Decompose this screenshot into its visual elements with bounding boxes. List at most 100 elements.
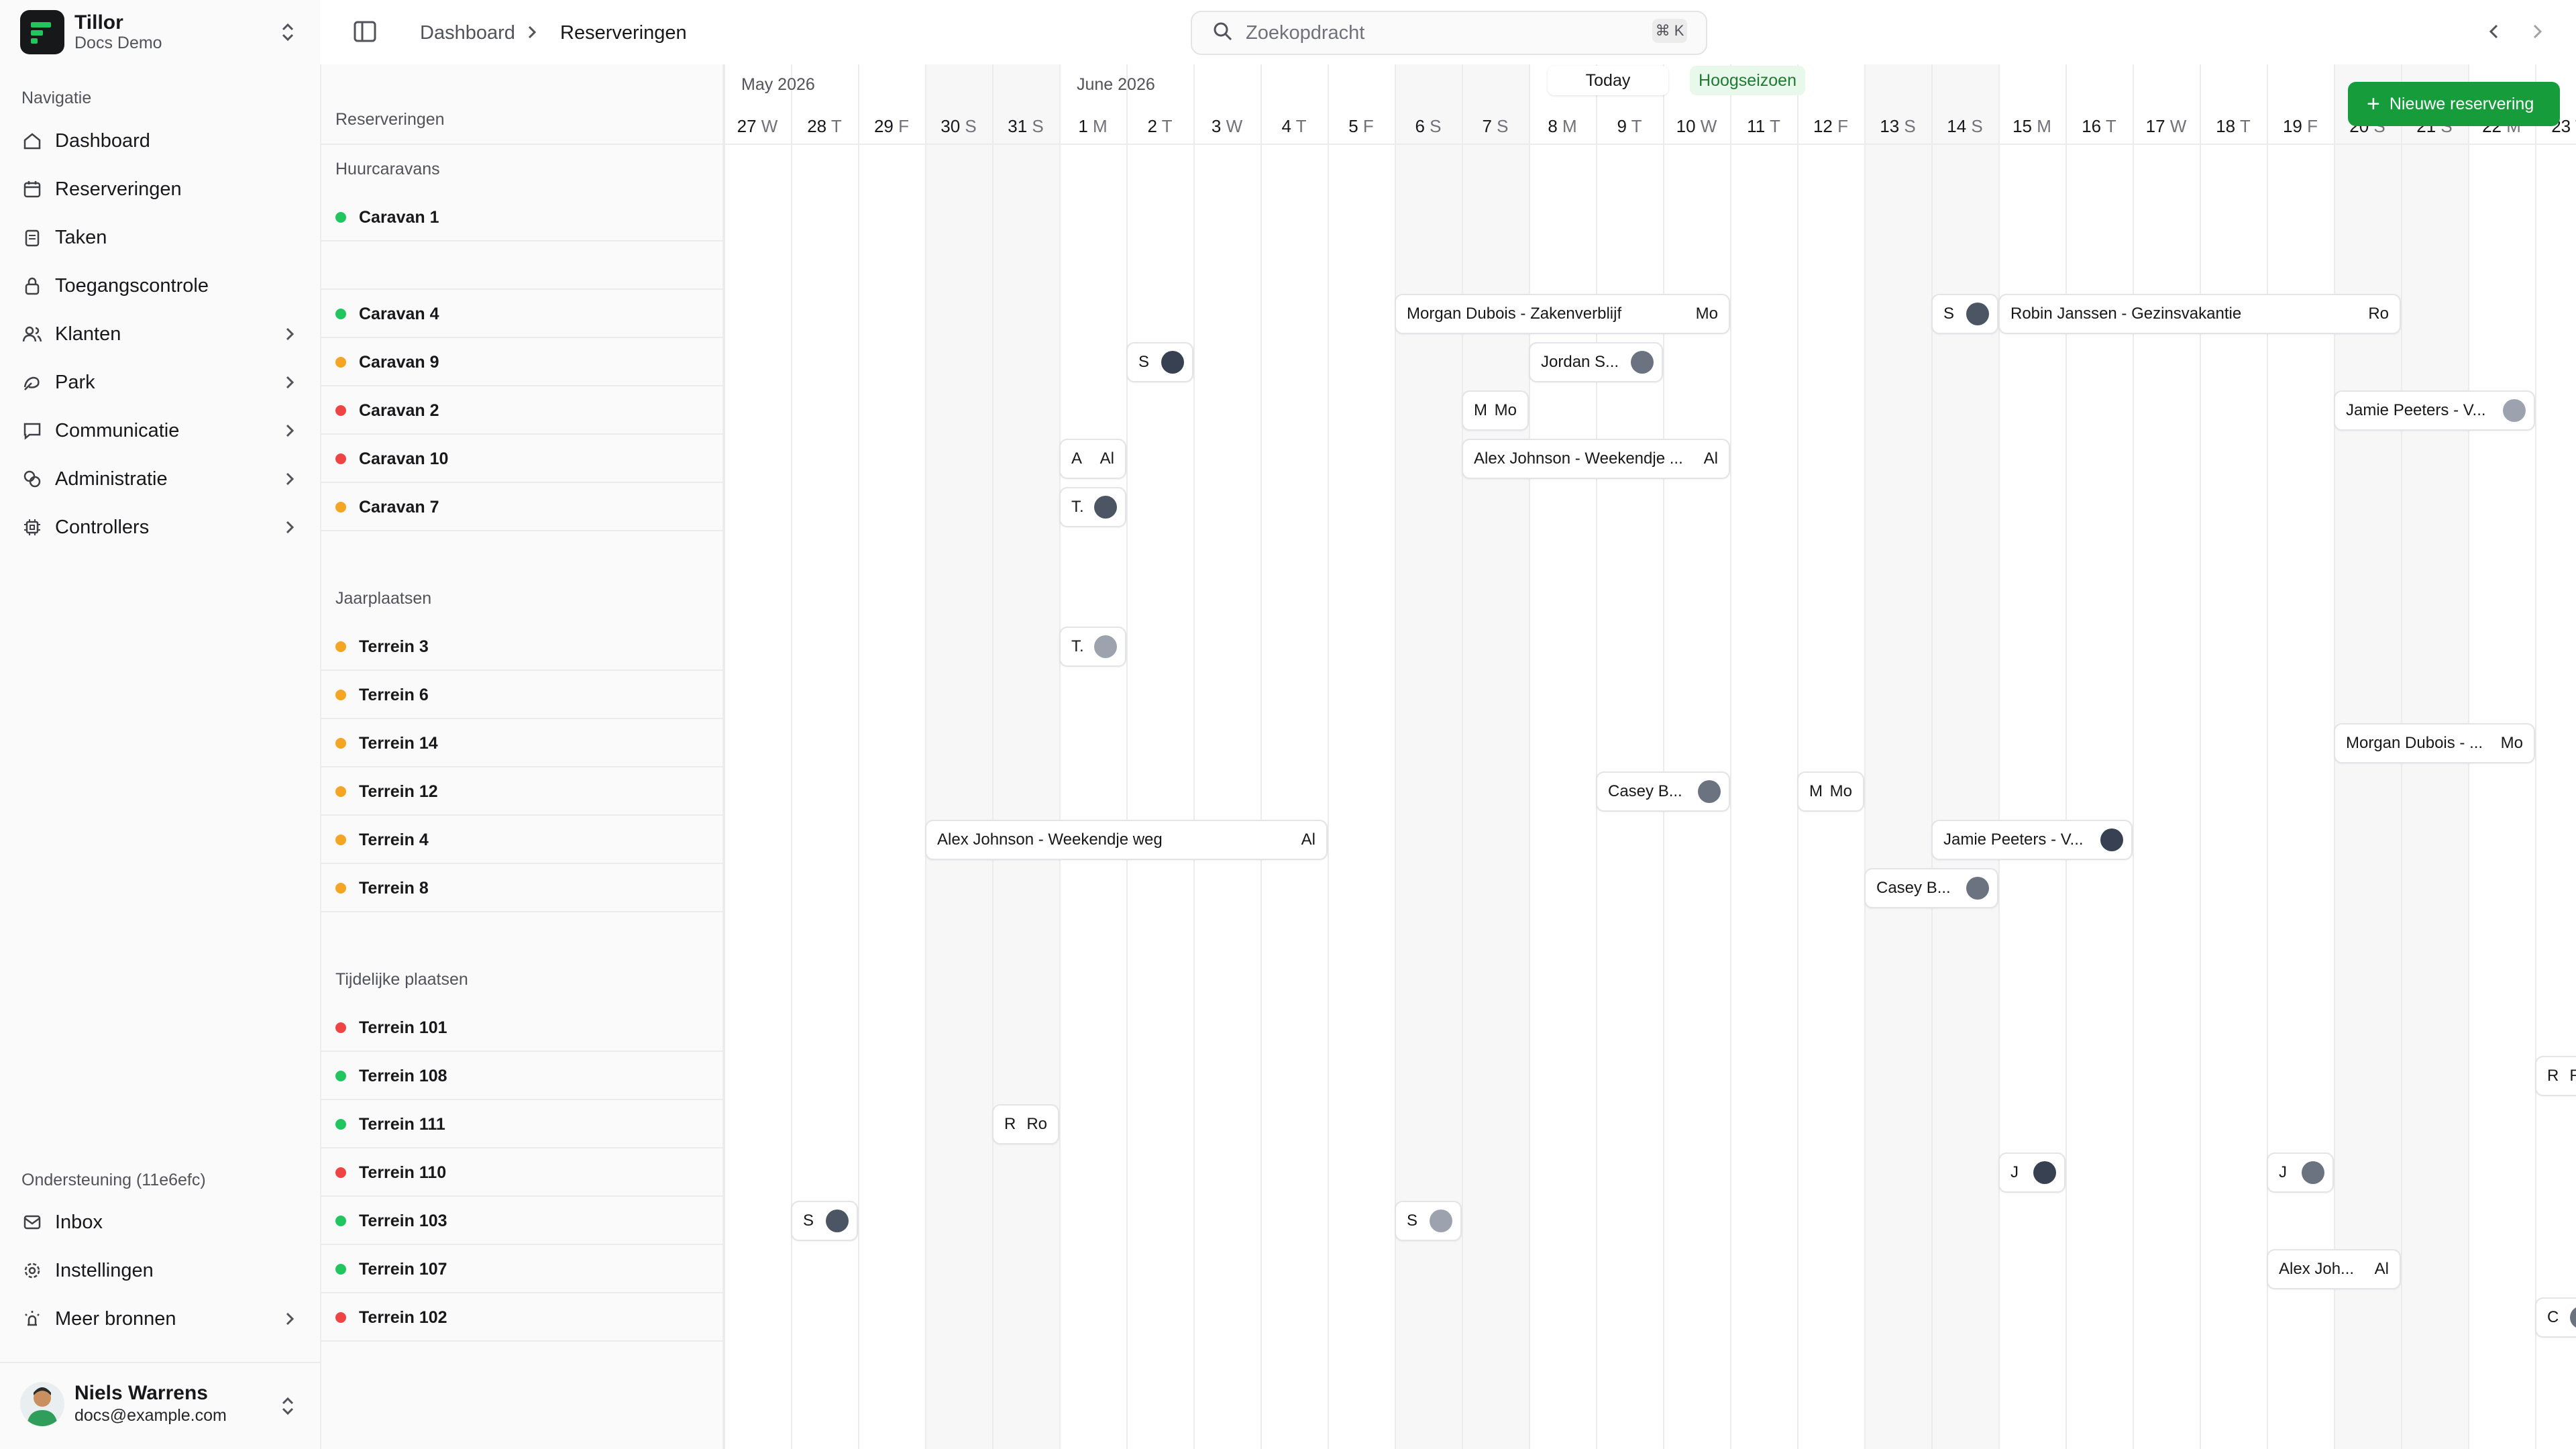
user-avatar[interactable] [20,1382,64,1426]
sidebar-item-park[interactable]: Park [16,361,305,404]
reservation-card[interactable]: Jordan S... [1529,342,1663,382]
day-column[interactable] [1596,64,1664,1449]
reservation-card[interactable]: Jamie Peeters - V... [2334,390,2535,431]
resource-label[interactable]: Terrein 6 [359,686,429,705]
sidebar-item-toegangscontrole[interactable]: Toegangscontrole [16,264,305,307]
reservation-card[interactable]: C [2535,1297,2576,1338]
reservation-card[interactable]: J [2267,1152,2334,1193]
reservation-card[interactable]: S [1931,294,1998,334]
row-divider [321,240,722,241]
day-column[interactable] [992,64,1061,1449]
resource-label[interactable]: Caravan 7 [359,498,439,517]
day-column[interactable] [1059,64,1128,1449]
reservation-card[interactable]: T. [1059,627,1126,667]
day-column[interactable] [2267,64,2335,1449]
reservation-card[interactable]: Jamie Peeters - V... [1931,820,2133,860]
day-column[interactable] [858,64,926,1449]
reservation-card[interactable]: Alex Joh... Al [2267,1249,2401,1289]
reservation-card[interactable]: Alex Johnson - Weekendje weg Al [925,820,1328,860]
resource-label[interactable]: Terrein 14 [359,734,438,753]
day-column[interactable] [2065,64,2134,1449]
reservation-card[interactable]: M Mo [1462,390,1529,431]
resource-label[interactable]: Terrein 3 [359,637,429,657]
resource-label[interactable]: Terrein 12 [359,782,438,802]
day-column[interactable] [1462,64,1530,1449]
reservation-card[interactable]: S [1126,342,1193,382]
sidebar-item-controllers[interactable]: Controllers [16,506,305,549]
reservation-card[interactable]: S [791,1201,858,1241]
today-button[interactable]: Today [1548,66,1668,95]
day-column[interactable] [2200,64,2268,1449]
sidebar-item-administratie[interactable]: Administratie [16,458,305,500]
day-column[interactable] [1797,64,1866,1449]
reservation-card[interactable]: R Ro [992,1104,1059,1144]
reservation-card[interactable]: S [1395,1201,1462,1241]
user-email[interactable]: docs@example.com [74,1406,227,1426]
day-column[interactable] [2133,64,2201,1449]
sidebar-item-instellingen[interactable]: Instellingen [16,1249,305,1292]
resource-label[interactable]: Terrein 103 [359,1212,447,1231]
toggle-sidebar-icon[interactable] [354,21,376,46]
day-column[interactable] [724,64,792,1449]
resource-label[interactable]: Caravan 2 [359,401,439,421]
reservation-card[interactable]: T. [1059,487,1126,527]
resource-label[interactable]: Terrein 102 [359,1308,447,1328]
day-column[interactable] [1260,64,1329,1449]
tillor-logo[interactable] [20,10,64,54]
new-reservation-button[interactable]: + Nieuwe reservering [2348,82,2560,126]
resource-label[interactable]: Terrein 8 [359,879,429,898]
day-column[interactable] [1998,64,2067,1449]
resource-label[interactable]: Terrein 110 [359,1163,446,1183]
reservation-card[interactable]: M Mo [1797,771,1864,812]
search-placeholder[interactable]: Zoekopdracht [1246,22,1364,44]
day-column[interactable] [2535,64,2576,1449]
sidebar-item-inbox[interactable]: Inbox [16,1201,305,1244]
next-icon[interactable] [2528,21,2546,45]
day-column[interactable] [1395,64,1463,1449]
sidebar-item-reserveringen[interactable]: Reserveringen [16,168,305,211]
workspace-switcher-icon[interactable] [278,20,298,44]
day-column[interactable] [1529,64,1597,1449]
day-column[interactable] [1193,64,1262,1449]
resource-label[interactable]: Terrein 107 [359,1260,447,1279]
resource-label[interactable]: Terrein 108 [359,1067,447,1086]
reservation-card[interactable]: Morgan Dubois - Zakenverblijf Mo [1395,294,1730,334]
resource-label[interactable]: Terrein 111 [359,1115,445,1134]
day-column[interactable] [925,64,994,1449]
resource-label[interactable]: Caravan 10 [359,449,448,469]
resource-label[interactable]: Terrein 101 [359,1018,447,1038]
day-column[interactable] [791,64,859,1449]
sidebar-item-communicatie[interactable]: Communicatie [16,409,305,452]
sidebar-item-dashboard[interactable]: Dashboard [16,119,305,162]
workspace-name[interactable]: Docs Demo [74,34,162,53]
user-menu-icon[interactable] [278,1394,298,1421]
day-header: 28 T [791,116,858,137]
reservation-card[interactable]: Robin Janssen - Gezinsvakantie Ro [1998,294,2401,334]
reservation-card[interactable]: A Al [1059,439,1126,479]
sidebar-item-taken[interactable]: Taken [16,216,305,259]
resource-label[interactable]: Caravan 1 [359,208,439,227]
resource-label[interactable]: Caravan 9 [359,353,439,372]
resource-label[interactable]: Caravan 4 [359,305,439,324]
brand-name[interactable]: Tillor [74,11,123,34]
reservation-card[interactable]: Casey B... [1596,771,1730,812]
day-column[interactable] [1126,64,1195,1449]
reservation-card[interactable]: J [1998,1152,2065,1193]
sidebar-item-klanten[interactable]: Klanten [16,313,305,356]
reservation-card[interactable]: R Ro [2535,1056,2576,1096]
day-column[interactable] [1730,64,1799,1449]
reservation-card[interactable]: Alex Johnson - Weekendje ... Al [1462,439,1730,479]
user-name[interactable]: Niels Warrens [74,1382,208,1405]
sidebar-item-meer-bronnen[interactable]: Meer bronnen [16,1297,305,1340]
reservation-card[interactable]: Morgan Dubois - ... Mo [2334,723,2535,763]
day-column[interactable] [1864,64,1933,1449]
resource-label[interactable]: Terrein 4 [359,830,429,850]
day-column[interactable] [1328,64,1396,1449]
sidebar-item-label: Park [55,371,95,393]
reservation-card[interactable]: Casey B... [1864,868,1998,908]
weekday-letter: T [830,116,842,136]
day-column[interactable] [1663,64,1731,1449]
day-column[interactable] [1931,64,2000,1449]
breadcrumb-dashboard[interactable]: Dashboard [420,22,515,44]
previous-icon[interactable] [2485,21,2504,45]
